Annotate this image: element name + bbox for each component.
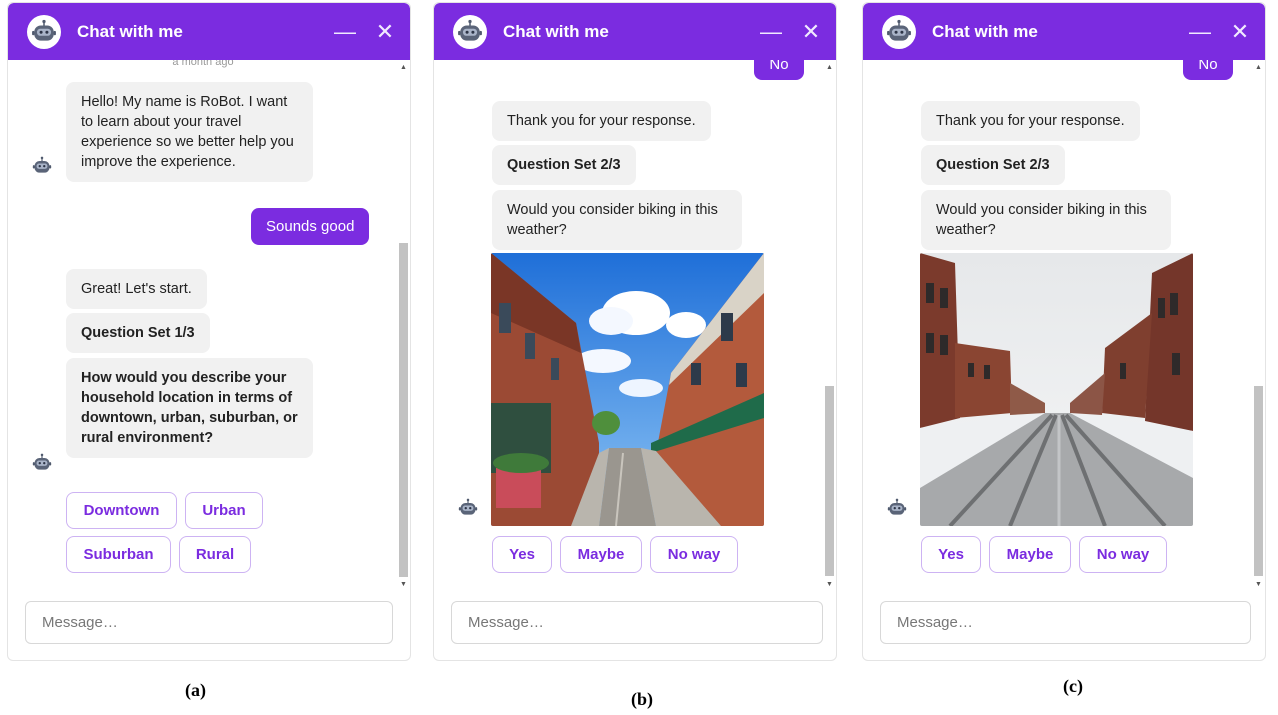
minimize-button[interactable]: —	[756, 20, 786, 43]
chat-widget-a: Chat with me — ✕ a month ago Hello! My n…	[7, 2, 411, 661]
bot-avatar	[453, 14, 487, 49]
minimize-button[interactable]: —	[330, 20, 360, 43]
close-button[interactable]: ✕	[796, 20, 826, 43]
timestamp: a month ago	[172, 60, 234, 68]
user-message: No	[1183, 60, 1233, 80]
option-maybe-button[interactable]: Maybe	[560, 536, 642, 573]
scrollbar[interactable]: ▲ ▼	[399, 63, 408, 589]
scrollbar[interactable]: ▲ ▼	[825, 63, 834, 589]
chat-header: Chat with me — ✕	[434, 3, 836, 60]
user-message: No	[754, 60, 804, 80]
scroll-up-icon[interactable]: ▲	[825, 63, 834, 72]
option-yes-button[interactable]: Yes	[492, 536, 552, 573]
option-rural-button[interactable]: Rural	[179, 536, 251, 573]
chat-title: Chat with me	[932, 21, 1038, 41]
option-urban-button[interactable]: Urban	[185, 492, 263, 529]
bot-avatar	[27, 14, 61, 49]
robot-icon	[887, 498, 907, 518]
chat-header: Chat with me — ✕	[8, 3, 410, 60]
figure-caption-a: (a)	[185, 680, 206, 700]
bot-avatar	[882, 14, 916, 49]
scrollbar-thumb[interactable]	[1254, 386, 1263, 576]
chat-messages: a month ago Hello! My name is RoBot. I w…	[8, 60, 398, 591]
user-message: Sounds good	[251, 208, 370, 245]
scroll-down-icon[interactable]: ▼	[825, 580, 834, 589]
message-input[interactable]: Message…	[451, 601, 823, 644]
bot-message-greeting: Hello! My name is RoBot. I want to learn…	[66, 82, 313, 182]
scroll-down-icon[interactable]: ▼	[399, 580, 408, 589]
question-text: Would you consider biking in this weathe…	[921, 190, 1171, 250]
option-downtown-button[interactable]: Downtown	[66, 492, 177, 529]
scrollbar-thumb[interactable]	[399, 243, 408, 577]
bot-message-start: Great! Let's start.	[66, 269, 207, 309]
chat-messages: No Thank you for your response. Question…	[434, 60, 824, 591]
bot-message-thanks: Thank you for your response.	[921, 101, 1140, 141]
robot-icon	[32, 453, 52, 473]
bot-message-thanks: Thank you for your response.	[492, 101, 711, 141]
scroll-up-icon[interactable]: ▲	[1254, 63, 1263, 72]
question-text: How would you describe your household lo…	[66, 358, 313, 458]
close-button[interactable]: ✕	[370, 20, 400, 43]
message-input[interactable]: Message…	[25, 601, 393, 644]
option-no-way-button[interactable]: No way	[650, 536, 738, 573]
option-suburban-button[interactable]: Suburban	[66, 536, 171, 573]
question-text: Would you consider biking in this weathe…	[492, 190, 742, 250]
scrollbar-thumb[interactable]	[825, 386, 834, 576]
option-yes-button[interactable]: Yes	[921, 536, 981, 573]
snowy-street-photo	[920, 253, 1193, 526]
question-set-label: Question Set 2/3	[921, 145, 1065, 185]
chat-widget-c: Chat with me — ✕ No Thank you for your r…	[862, 2, 1266, 661]
sunny-street-photo	[491, 253, 764, 526]
chat-title: Chat with me	[503, 21, 609, 41]
robot-icon	[457, 19, 483, 45]
robot-icon	[886, 19, 912, 45]
scroll-down-icon[interactable]: ▼	[1254, 580, 1263, 589]
robot-icon	[31, 19, 57, 45]
figure-caption-c: (c)	[1063, 676, 1083, 696]
chat-header: Chat with me — ✕	[863, 3, 1265, 60]
question-set-label: Question Set 2/3	[492, 145, 636, 185]
figure-caption-b: (b)	[631, 689, 653, 709]
chat-widget-b: Chat with me — ✕ No Thank you for your r…	[433, 2, 837, 661]
robot-icon	[32, 156, 52, 176]
robot-icon	[458, 498, 478, 518]
question-set-label: Question Set 1/3	[66, 313, 210, 353]
chat-messages: No Thank you for your response. Question…	[863, 60, 1253, 591]
option-no-way-button[interactable]: No way	[1079, 536, 1167, 573]
minimize-button[interactable]: —	[1185, 20, 1215, 43]
chat-title: Chat with me	[77, 21, 183, 41]
scroll-up-icon[interactable]: ▲	[399, 63, 408, 72]
scrollbar[interactable]: ▲ ▼	[1254, 63, 1263, 589]
close-button[interactable]: ✕	[1225, 20, 1255, 43]
option-maybe-button[interactable]: Maybe	[989, 536, 1071, 573]
message-input[interactable]: Message…	[880, 601, 1251, 644]
